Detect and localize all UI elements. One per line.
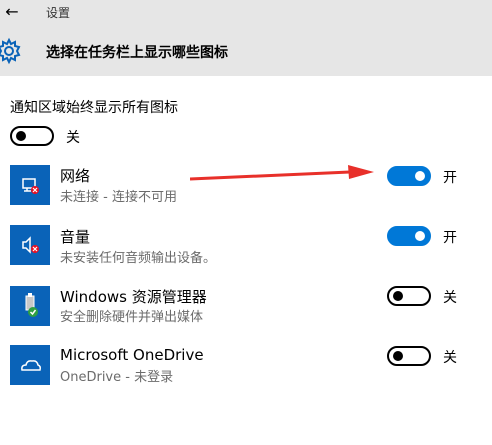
toggle-knob <box>393 351 403 361</box>
always-show-state: 关 <box>66 130 80 146</box>
volume-muted-icon <box>10 225 50 265</box>
app-status: OneDrive - 未登录 <box>60 370 174 385</box>
settings-header: ← 设置 选择在任务栏上显示哪些图标 <box>0 0 492 76</box>
toggle-knob <box>415 231 425 241</box>
app-name: Microsoft OneDrive <box>60 346 204 364</box>
app-name: Windows 资源管理器 <box>60 288 207 306</box>
network-state: 开 <box>443 170 457 186</box>
network-disconnected-icon <box>10 165 50 205</box>
gear-icon <box>0 37 21 65</box>
onedrive-cloud-icon <box>10 345 50 385</box>
toggle-knob <box>393 291 403 301</box>
always-show-toggle[interactable] <box>10 126 54 146</box>
app-name: 网络 <box>60 167 91 185</box>
app-status: 安全删除硬件并弹出媒体 <box>60 310 204 325</box>
app-status: 未连接 - 连接不可用 <box>60 190 177 205</box>
windows-explorer-toggle[interactable] <box>387 286 431 306</box>
annotation-arrow <box>190 165 374 181</box>
volume-toggle[interactable] <box>387 226 431 246</box>
safely-remove-hardware-icon <box>10 286 50 326</box>
onedrive-toggle[interactable] <box>387 346 431 366</box>
toggle-knob <box>16 131 26 141</box>
always-show-label: 通知区域始终显示所有图标 <box>10 100 178 116</box>
back-button[interactable]: ← <box>2 2 22 22</box>
page-title: 选择在任务栏上显示哪些图标 <box>46 45 228 61</box>
app-status: 未安装任何音频输出设备。 <box>60 251 217 266</box>
toggle-knob <box>415 171 425 181</box>
app-name: 音量 <box>60 228 91 246</box>
network-toggle[interactable] <box>387 166 431 186</box>
onedrive-state: 关 <box>443 350 457 366</box>
windows-explorer-state: 关 <box>443 290 457 306</box>
volume-state: 开 <box>443 230 457 246</box>
app-title: 设置 <box>46 6 71 20</box>
